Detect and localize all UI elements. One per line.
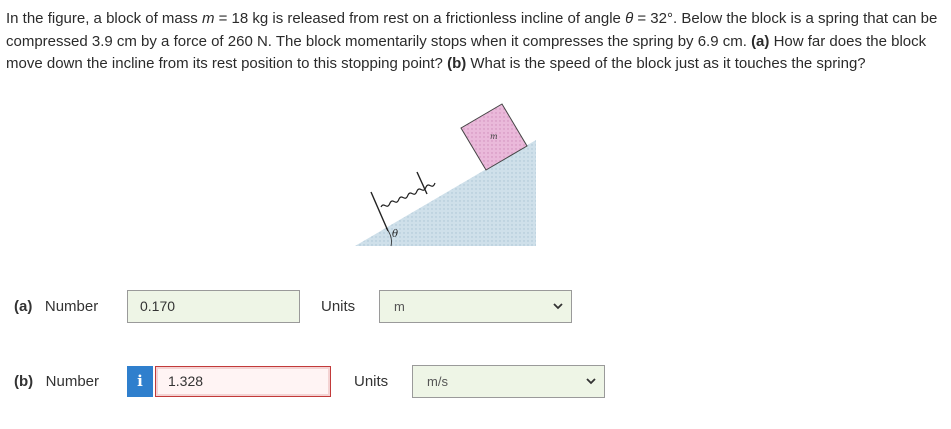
angle-label: θ <box>392 229 398 240</box>
part-b-marker: (b) <box>447 55 467 72</box>
wall-line <box>370 191 389 232</box>
mass-symbol: m <box>201 10 215 27</box>
chevron-down-icon <box>586 378 596 385</box>
part-b-units-select[interactable]: m/s <box>412 365 605 398</box>
part-a-units-select[interactable]: m <box>379 290 572 323</box>
part-b-question: What is the speed of the block just as i… <box>466 55 866 72</box>
part-a-number-input[interactable]: 0.170 <box>127 290 300 323</box>
spring-end <box>416 171 428 195</box>
chevron-down-icon <box>553 303 563 310</box>
block-label: m <box>490 132 498 141</box>
part-b-unit-value: m/s <box>427 374 448 389</box>
part-b-units-label: Units <box>354 373 389 390</box>
part-a-marker: (a) <box>751 32 770 50</box>
problem-statement: In the figure, a block of mass m = 18 kg… <box>6 8 941 76</box>
part-a-unit-value: m <box>394 299 405 314</box>
part-b-label: (b) Number <box>14 373 100 390</box>
problem-text: = 18 kg is released from rest on a frict… <box>214 10 626 27</box>
incline-figure: m θ <box>355 103 536 247</box>
part-a-label: (a) Number <box>14 298 99 315</box>
theta-symbol: θ <box>625 10 634 27</box>
spring-coil <box>380 182 436 208</box>
info-icon[interactable]: i <box>127 366 153 397</box>
problem-text: In the figure, a block of mass <box>6 10 202 27</box>
part-a-units-label: Units <box>321 298 356 315</box>
part-b-number-input[interactable]: 1.328 <box>155 366 331 397</box>
